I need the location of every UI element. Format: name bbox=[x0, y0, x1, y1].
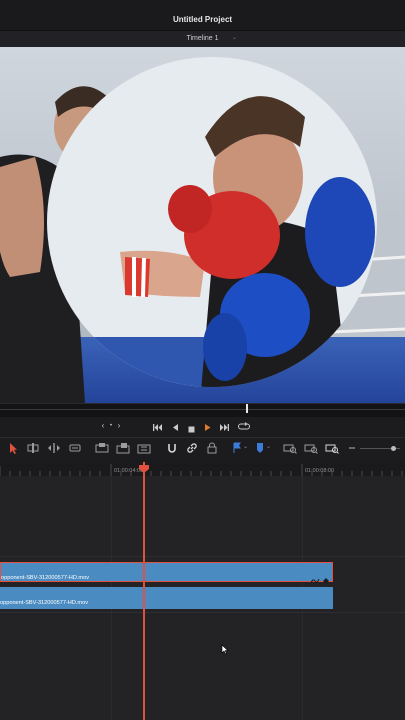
marker-dropdown-chevron-icon[interactable]: ⌄ bbox=[266, 443, 271, 450]
stop-icon[interactable] bbox=[187, 421, 196, 433]
prev-clip-button[interactable]: ‹ bbox=[99, 419, 107, 433]
zoom-out-icon[interactable] bbox=[345, 441, 359, 455]
mouse-cursor-icon bbox=[221, 642, 229, 655]
trim-icon[interactable] bbox=[26, 441, 40, 455]
audio-clip-name: opponent-SBV-312000577-HD.mov bbox=[0, 600, 89, 606]
viewer-scrub-bar[interactable] bbox=[0, 403, 405, 418]
snapping-icon[interactable] bbox=[165, 441, 179, 455]
video-clip[interactable]: opponent-SBV-312000577-HD.mov bbox=[0, 562, 333, 582]
timeline-playhead[interactable] bbox=[143, 462, 145, 720]
timeline-name-dropdown[interactable]: Timeline 1 bbox=[0, 30, 405, 47]
ruler-timecode: 01:00:08:00 bbox=[305, 468, 335, 474]
clip-dot: • bbox=[109, 423, 113, 429]
linked-selection-icon[interactable] bbox=[185, 441, 199, 455]
audio-clip[interactable]: opponent-SBV-312000577-HD.mov bbox=[0, 587, 333, 609]
play-reverse-icon[interactable] bbox=[171, 420, 180, 431]
speed-curve-icon[interactable] bbox=[310, 572, 320, 584]
viewer-frame-image bbox=[0, 47, 405, 403]
scrub-playhead[interactable] bbox=[246, 404, 248, 413]
flag-dropdown-chevron-icon[interactable]: ⌄ bbox=[243, 443, 248, 450]
insert-clip-icon[interactable] bbox=[95, 441, 109, 455]
scrub-track bbox=[0, 409, 405, 410]
play-icon[interactable] bbox=[203, 420, 212, 431]
chevron-down-icon[interactable]: ⌄ bbox=[232, 30, 237, 47]
blade-icon[interactable] bbox=[68, 441, 82, 455]
zoom-detail-icon[interactable] bbox=[304, 441, 318, 455]
playhead-handle[interactable] bbox=[139, 460, 149, 473]
timeline-ruler[interactable] bbox=[0, 460, 405, 476]
go-to-start-icon[interactable] bbox=[152, 420, 163, 431]
project-title: Untitled Project bbox=[172, 15, 233, 24]
next-clip-button[interactable]: › bbox=[115, 419, 123, 433]
go-to-end-icon[interactable] bbox=[219, 420, 230, 431]
marker-icon[interactable] bbox=[253, 441, 267, 455]
replace-clip-icon[interactable] bbox=[137, 441, 151, 455]
loop-icon[interactable] bbox=[238, 419, 250, 431]
keyframe-icon[interactable] bbox=[322, 572, 330, 584]
position-lock-icon[interactable] bbox=[205, 441, 219, 455]
overwrite-clip-icon[interactable] bbox=[116, 441, 130, 455]
dynamic-trim-icon[interactable] bbox=[47, 441, 61, 455]
zoom-slider-handle[interactable] bbox=[391, 446, 396, 451]
track-divider bbox=[0, 556, 405, 557]
zoom-custom-icon[interactable] bbox=[325, 441, 339, 455]
video-viewer[interactable] bbox=[0, 47, 405, 403]
zoom-full-icon[interactable] bbox=[283, 441, 297, 455]
flag-icon[interactable] bbox=[230, 441, 244, 455]
select-arrow-icon[interactable] bbox=[6, 441, 20, 455]
